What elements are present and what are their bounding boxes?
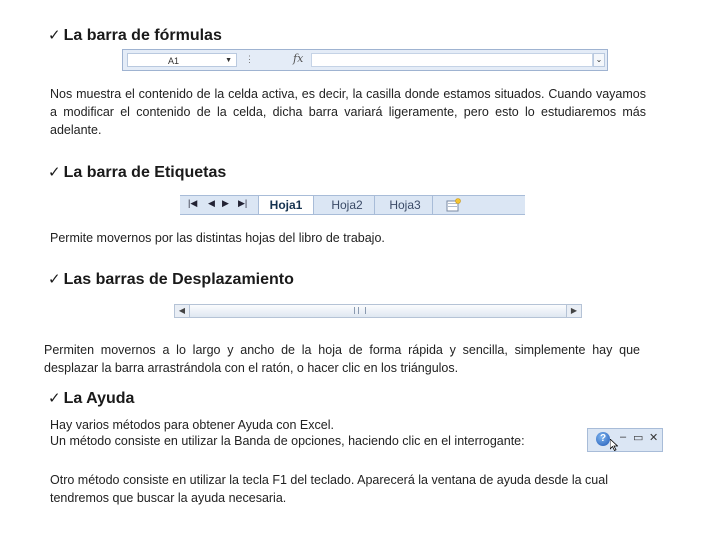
mouse-cursor-icon [610,439,618,451]
heading-text: La Ayuda [63,390,135,407]
heading-help: ✓ La Ayuda [48,389,134,408]
first-sheet-icon[interactable]: |◀ [188,198,197,209]
scroll-thumb[interactable] [189,305,567,317]
heading-formula-bar: ✓ La barra de fórmulas [48,26,222,45]
prev-sheet-icon[interactable]: ◀ [208,198,215,209]
sheet-tab-bar: |◀ ◀ ▶ ▶| Hoja1 Hoja2 Hoja3 [180,195,525,215]
scroll-right-icon[interactable]: ▶ [567,305,581,317]
insert-sheet-icon[interactable] [446,198,462,212]
scroll-left-icon[interactable]: ◀ [175,305,189,317]
fx-icon[interactable]: fx [293,52,303,65]
cell-name: A1 [168,56,180,66]
heading-text: Las barras de Desplazamiento [63,271,294,288]
help-line-3: Otro método consiste en utilizar la tecl… [50,473,608,505]
minimize-icon[interactable]: – [620,431,626,443]
help-question-icon[interactable]: ? [596,432,610,446]
scroll-grip-icon [354,307,366,314]
scroll-bars-description: Permiten movernos a lo largo y ancho de … [44,343,640,375]
formula-bar-description: Nos muestra el contenido de la celda act… [50,87,646,137]
tab-hoja1[interactable]: Hoja1 [258,196,314,214]
heading-text: La barra de fórmulas [63,27,222,44]
next-sheet-icon[interactable]: ▶ [222,198,229,209]
heading-scroll-bars: ✓ Las barras de Desplazamiento [48,270,294,289]
close-icon[interactable]: ✕ [649,431,658,444]
separator-dots: ⋮ [245,54,255,64]
tab-hoja3[interactable]: Hoja3 [378,196,433,214]
name-box[interactable]: A1 ▼ [127,53,237,67]
formula-input[interactable] [311,53,593,67]
check-bullet-icon: ✓ [48,163,61,181]
expand-icon[interactable]: ⌄ [593,53,605,67]
restore-icon[interactable]: ▭ [633,431,643,444]
heading-text: La barra de Etiquetas [63,164,227,181]
check-bullet-icon: ✓ [48,26,61,44]
tab-hoja2[interactable]: Hoja2 [320,196,375,214]
formula-bar: A1 ▼ ⋮ fx ⌄ [122,49,608,71]
help-line-2: Un método consiste en utilizar la Banda … [50,434,525,448]
check-bullet-icon: ✓ [48,389,61,407]
sheet-tabs-description: Permite movernos por las distintas hojas… [50,231,385,245]
horizontal-scrollbar[interactable]: ◀ ▶ [174,304,582,318]
last-sheet-icon[interactable]: ▶| [238,198,247,209]
help-window-controls: ? – ▭ ✕ [587,428,663,452]
dropdown-arrow-icon[interactable]: ▼ [225,54,232,68]
check-bullet-icon: ✓ [48,270,61,288]
heading-sheet-tabs: ✓ La barra de Etiquetas [48,163,226,182]
